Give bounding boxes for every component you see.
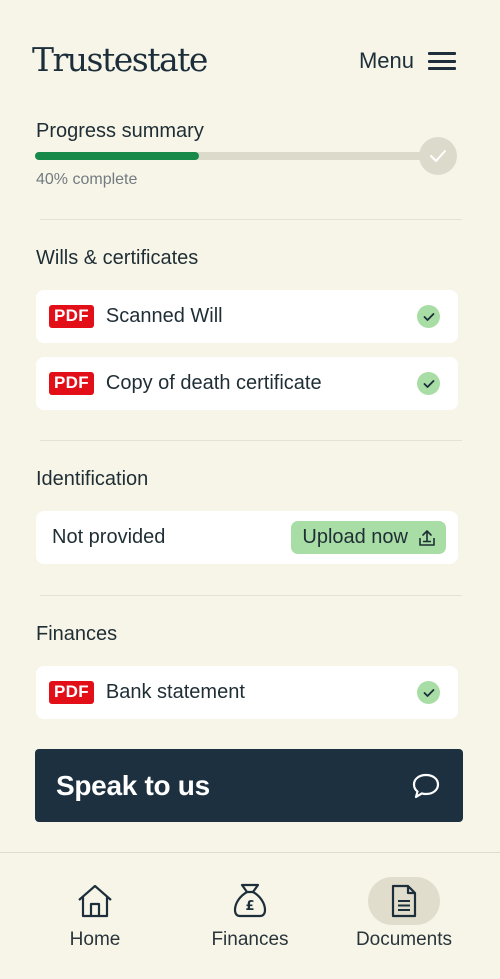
section-title-finances: Finances [36, 623, 118, 645]
speak-to-us-button[interactable]: Speak to us [35, 749, 463, 822]
pdf-icon: PDF [49, 681, 94, 704]
divider [40, 219, 462, 220]
nav-item-documents[interactable]: Documents [334, 877, 474, 951]
home-icon [78, 884, 112, 918]
speak-to-us-label: Speak to us [56, 769, 210, 801]
money-bag-icon: £ [233, 883, 267, 918]
document-row[interactable]: PDF Copy of death certificate [36, 357, 458, 410]
progress-caption: 40% complete [36, 171, 138, 188]
document-row[interactable]: PDF Bank statement [36, 666, 458, 719]
app-logo[interactable]: Trustestate [32, 40, 208, 79]
section-title-identification: Identification [36, 468, 149, 490]
upload-label: Upload now [302, 526, 408, 548]
nav-label: Documents [355, 929, 453, 950]
divider [40, 595, 462, 596]
hamburger-icon [428, 51, 456, 71]
check-icon [430, 150, 446, 162]
identification-status: Not provided [52, 526, 166, 548]
chat-bubble-icon [412, 773, 440, 798]
upload-now-button[interactable]: Upload now [291, 521, 446, 554]
svg-text:£: £ [245, 899, 254, 914]
check-icon [417, 372, 440, 395]
bottom-nav-divider [0, 852, 500, 853]
identification-row: Not provided Upload now [36, 511, 458, 564]
document-label: Bank statement [105, 681, 245, 703]
nav-label: Home [69, 929, 121, 950]
document-row[interactable]: PDF Scanned Will [36, 290, 458, 343]
progress-fill [35, 152, 199, 160]
pdf-icon: PDF [49, 305, 94, 328]
check-icon [417, 681, 440, 704]
upload-icon [419, 529, 435, 546]
nav-item-home[interactable]: Home [25, 877, 165, 951]
nav-label: Finances [211, 929, 289, 950]
nav-item-finances[interactable]: £ Finances [180, 877, 320, 951]
progress-bar [35, 152, 445, 160]
divider [40, 440, 462, 441]
check-icon [417, 305, 440, 328]
menu-button[interactable]: Menu [359, 48, 456, 74]
nav-icon-container [59, 877, 131, 925]
progress-complete-marker [419, 137, 457, 175]
document-label: Copy of death certificate [105, 372, 322, 394]
nav-icon-container-active [368, 877, 440, 925]
section-title-wills: Wills & certificates [36, 247, 199, 269]
nav-icon-container: £ [214, 877, 286, 925]
menu-label: Menu [358, 48, 414, 73]
document-label: Scanned Will [105, 305, 223, 327]
pdf-icon: PDF [49, 372, 94, 395]
progress-title: Progress summary [36, 120, 204, 142]
document-icon [391, 884, 417, 918]
